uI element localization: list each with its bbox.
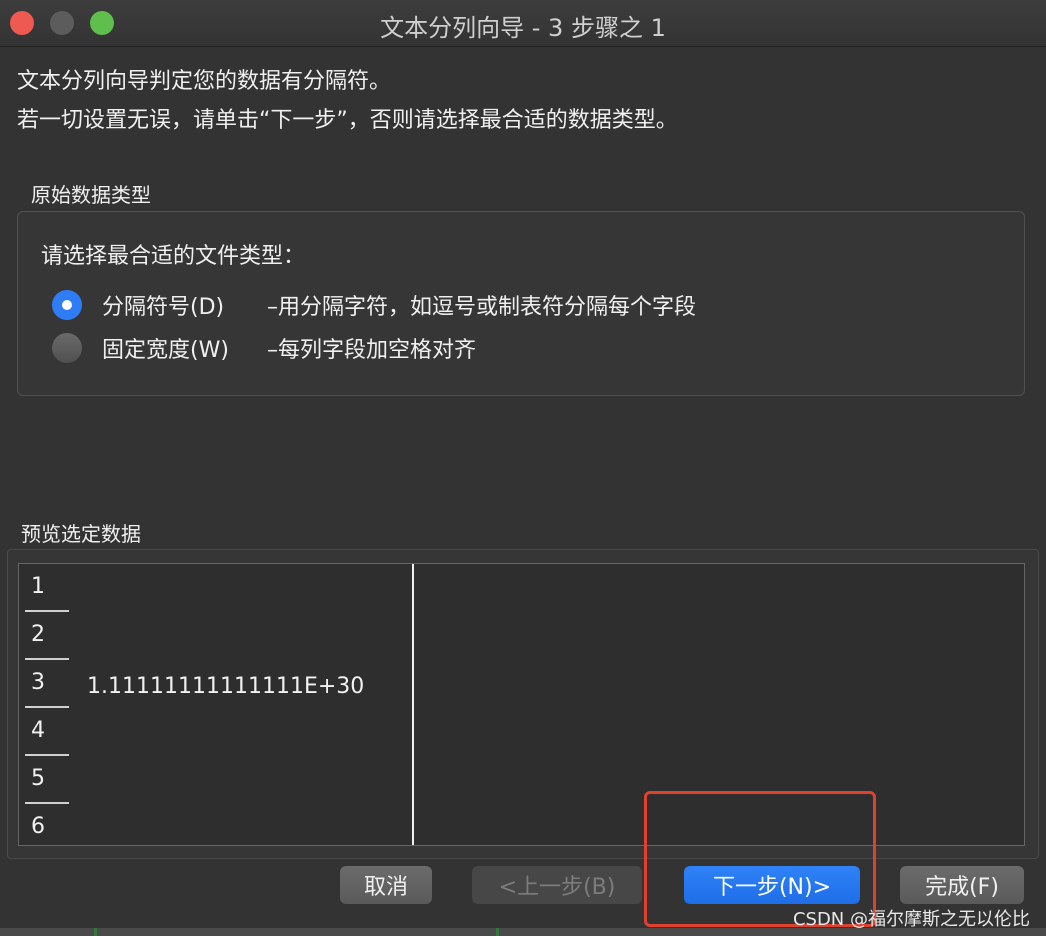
- intro-line-1: 文本分列向导判定您的数据有分隔符。: [17, 69, 392, 94]
- radio-button-delimited[interactable]: [52, 290, 82, 320]
- finish-button[interactable]: 完成(F): [900, 866, 1024, 904]
- radio-description-fixed-width: –每列字段加空格对齐: [267, 338, 477, 363]
- row-number: 2: [25, 612, 69, 660]
- original-data-type-group: 请选择最合适的文件类型： 分隔符号(D) –用分隔字符，如逗号或制表符分隔每个字…: [17, 211, 1025, 396]
- radio-description-delimited: –用分隔字符，如逗号或制表符分隔每个字段: [267, 295, 697, 320]
- sheet-gridline-mark: [94, 928, 97, 936]
- intro-line-2: 若一切设置无误，请单击“下一步”，否则请选择最合适的数据类型。: [17, 108, 678, 133]
- back-button[interactable]: <上一步(B): [472, 866, 642, 904]
- window-title: 文本分列向导 - 3 步骤之 1: [380, 14, 666, 42]
- file-type-prompt: 请选择最合适的文件类型：: [41, 244, 306, 269]
- preview-cell-value: 1.11111111111111E+30: [87, 674, 365, 699]
- original-data-type-label: 原始数据类型: [31, 183, 151, 207]
- radio-option-fixed-width[interactable]: 固定宽度(W) –每列字段加空格对齐: [52, 331, 476, 365]
- title-bar: 文本分列向导 - 3 步骤之 1: [0, 0, 1046, 47]
- row-number: 5: [25, 756, 69, 804]
- text-to-columns-wizard-window: 文本分列向导 - 3 步骤之 1 文本分列向导判定您的数据有分隔符。 若一切设置…: [0, 0, 1046, 936]
- radio-label-delimited[interactable]: 分隔符号(D): [102, 289, 267, 321]
- preview-section-label: 预览选定数据: [21, 522, 141, 546]
- row-number: 3: [25, 660, 69, 708]
- radio-button-fixed-width[interactable]: [52, 333, 82, 363]
- row-number: 4: [25, 708, 69, 756]
- column-break-line[interactable]: [412, 564, 414, 845]
- cancel-button[interactable]: 取消: [340, 866, 432, 904]
- row-number: 1: [25, 564, 69, 612]
- preview-panel: 1 2 3 4 5 6 1.11111111111111E+30: [7, 549, 1039, 859]
- row-number: 6: [31, 814, 45, 839]
- row-number-column: 1 2 3 4 5 6: [25, 564, 69, 845]
- sheet-gridline-mark: [496, 928, 499, 936]
- radio-label-fixed-width[interactable]: 固定宽度(W): [102, 332, 267, 364]
- background-sheet-strip: [0, 928, 1046, 936]
- radio-option-delimited[interactable]: 分隔符号(D) –用分隔字符，如逗号或制表符分隔每个字段: [52, 288, 696, 322]
